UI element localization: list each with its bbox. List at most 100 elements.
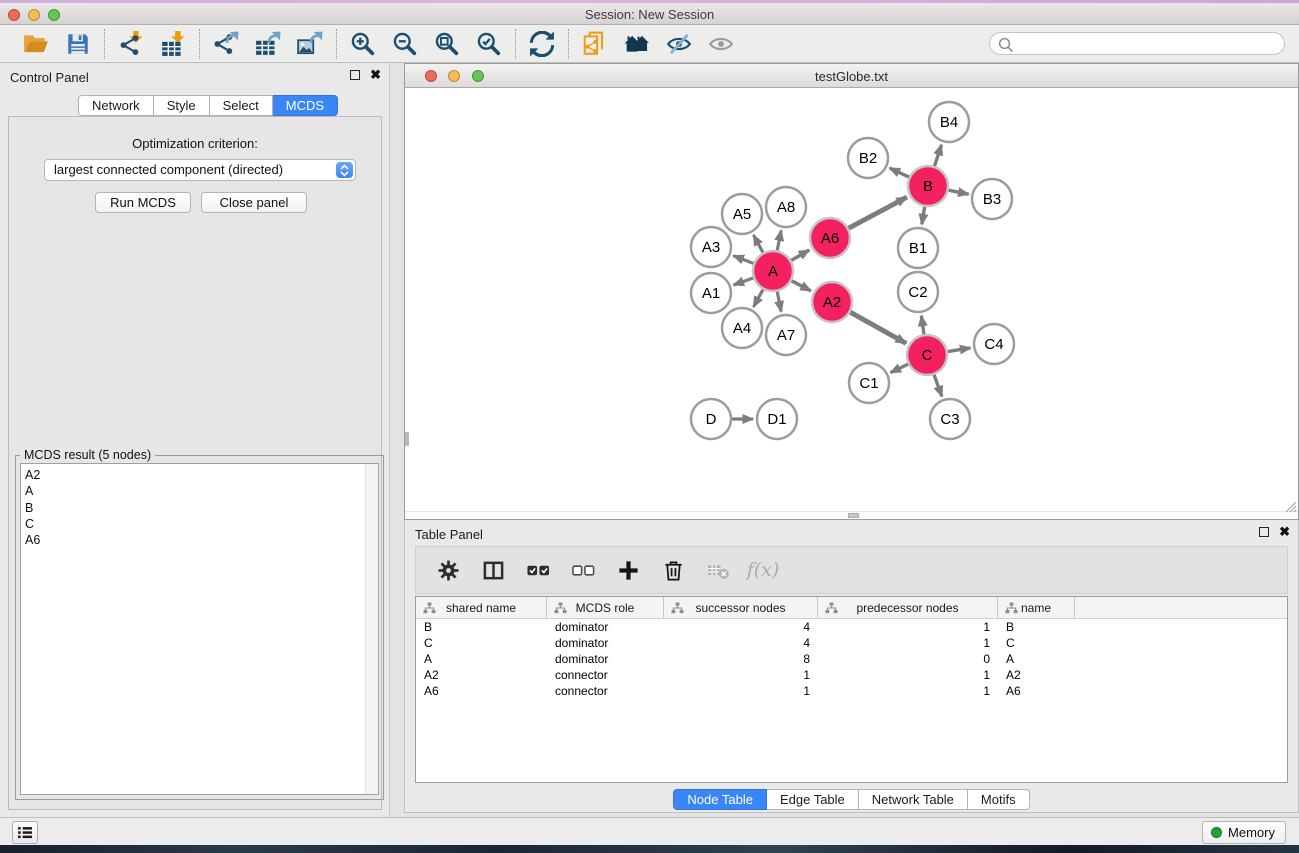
mcds-result-list[interactable]: A2ABCA6 bbox=[20, 463, 379, 795]
mcds-result-item[interactable]: B bbox=[21, 500, 364, 516]
edge-A-A3[interactable] bbox=[733, 256, 753, 264]
close-panel-button[interactable]: Close panel bbox=[201, 192, 307, 213]
mcds-result-item[interactable]: A6 bbox=[21, 532, 364, 548]
edge-A6-B[interactable] bbox=[849, 197, 907, 228]
tab-motifs[interactable]: Motifs bbox=[968, 789, 1030, 810]
node-A2[interactable]: A2 bbox=[812, 282, 852, 322]
node-C1[interactable]: C1 bbox=[849, 363, 889, 403]
canvas-horizontal-scrollbar[interactable] bbox=[405, 511, 1298, 519]
node-C3[interactable]: C3 bbox=[930, 399, 970, 439]
create-column-icon[interactable] bbox=[614, 556, 642, 584]
optimization-criterion-select[interactable]: largest connected component (directed) bbox=[44, 159, 356, 181]
tab-mcds[interactable]: MCDS bbox=[273, 95, 338, 116]
canvas-hscroll-thumb[interactable] bbox=[848, 513, 859, 518]
node-D1[interactable]: D1 bbox=[757, 399, 797, 439]
tab-select[interactable]: Select bbox=[210, 95, 273, 116]
node-B[interactable]: B bbox=[908, 166, 948, 206]
node-B1[interactable]: B1 bbox=[898, 228, 938, 268]
node-C2[interactable]: C2 bbox=[898, 272, 938, 312]
column-header-predecessor-nodes[interactable]: predecessor nodes bbox=[818, 597, 998, 618]
tab-style[interactable]: Style bbox=[154, 95, 210, 116]
zoom-in-icon[interactable] bbox=[349, 30, 377, 58]
edge-A-A2[interactable] bbox=[792, 281, 811, 291]
edge-A-A6[interactable] bbox=[791, 250, 809, 261]
zoom-fit-icon[interactable] bbox=[433, 30, 461, 58]
node-D[interactable]: D bbox=[691, 399, 731, 439]
search-input[interactable] bbox=[989, 32, 1285, 55]
float-panel-icon[interactable] bbox=[350, 70, 360, 80]
edge-B-B1[interactable] bbox=[922, 207, 925, 225]
canvas-vertical-scrollbar[interactable] bbox=[405, 432, 409, 446]
node-C4[interactable]: C4 bbox=[974, 324, 1014, 364]
node-A1[interactable]: A1 bbox=[691, 273, 731, 313]
export-table-icon[interactable] bbox=[254, 30, 282, 58]
edge-A-A1[interactable] bbox=[734, 278, 754, 285]
import-network-icon[interactable] bbox=[117, 30, 145, 58]
node-A8[interactable]: A8 bbox=[766, 187, 806, 227]
tab-node-table[interactable]: Node Table bbox=[673, 789, 767, 810]
network-frame-titlebar[interactable]: testGlobe.txt bbox=[405, 64, 1298, 88]
zoom-selected-icon[interactable] bbox=[475, 30, 503, 58]
node-A6[interactable]: A6 bbox=[810, 218, 850, 258]
edge-C-C3[interactable] bbox=[934, 375, 942, 397]
unselect-all-columns-icon[interactable] bbox=[569, 556, 597, 584]
hide-panels-eye-icon[interactable] bbox=[665, 30, 693, 58]
tab-network[interactable]: Network bbox=[78, 95, 154, 116]
export-network-icon[interactable] bbox=[212, 30, 240, 58]
delete-column-icon[interactable] bbox=[659, 556, 687, 584]
edge-A-A4[interactable] bbox=[754, 289, 764, 307]
show-column-icon[interactable] bbox=[479, 556, 507, 584]
column-header-shared-name[interactable]: shared name bbox=[416, 597, 547, 618]
edge-A2-C[interactable] bbox=[850, 312, 906, 343]
mcds-result-item[interactable]: A2 bbox=[21, 467, 364, 483]
edge-C-C2[interactable] bbox=[921, 316, 924, 334]
node-A4[interactable]: A4 bbox=[722, 308, 762, 348]
table-close-panel-icon[interactable]: ✖ bbox=[1279, 526, 1290, 538]
edge-C-C1[interactable] bbox=[891, 364, 909, 373]
save-session-icon[interactable] bbox=[64, 30, 92, 58]
table-row[interactable]: A6connector11A6 bbox=[416, 683, 1287, 699]
table-row[interactable]: Bdominator41B bbox=[416, 619, 1287, 635]
edge-B-B4[interactable] bbox=[935, 145, 942, 166]
import-table-icon[interactable] bbox=[159, 30, 187, 58]
node-B4[interactable]: B4 bbox=[929, 102, 969, 142]
tab-edge-table[interactable]: Edge Table bbox=[767, 789, 859, 810]
task-history-button[interactable] bbox=[12, 821, 38, 844]
network-graph[interactable]: B4 B2 B B3 A8A5 A6 A3 B1 A C2 A1 A2 A4A7 C4 C C1 C3 D D1 bbox=[405, 89, 1298, 519]
column-header-MCDS-role[interactable]: MCDS role bbox=[547, 597, 664, 618]
edge-A-A5[interactable] bbox=[754, 235, 764, 253]
table-options-gear-icon[interactable] bbox=[434, 556, 462, 584]
node-A7[interactable]: A7 bbox=[766, 315, 806, 355]
close-panel-icon[interactable]: ✖ bbox=[370, 69, 381, 81]
table-row[interactable]: A2connector11A2 bbox=[416, 667, 1287, 683]
node-A5[interactable]: A5 bbox=[722, 194, 762, 234]
memory-button[interactable]: Memory bbox=[1202, 821, 1286, 844]
node-B2[interactable]: B2 bbox=[848, 138, 888, 178]
edge-C-C4[interactable] bbox=[948, 348, 971, 352]
clone-network-icon[interactable] bbox=[581, 30, 609, 58]
tab-network-table[interactable]: Network Table bbox=[859, 789, 968, 810]
run-mcds-button[interactable]: Run MCDS bbox=[95, 192, 191, 213]
node-B3[interactable]: B3 bbox=[972, 179, 1012, 219]
node-table[interactable]: shared nameMCDS rolesuccessor nodesprede… bbox=[415, 596, 1288, 783]
table-row[interactable]: Cdominator41C bbox=[416, 635, 1287, 651]
refresh-icon[interactable] bbox=[528, 30, 556, 58]
open-file-icon[interactable] bbox=[22, 30, 50, 58]
select-all-columns-icon[interactable] bbox=[524, 556, 552, 584]
resize-grip-icon[interactable] bbox=[1284, 500, 1297, 518]
node-C[interactable]: C bbox=[907, 335, 947, 375]
edge-B-B3[interactable] bbox=[949, 190, 969, 194]
network-canvas[interactable]: B4 B2 B B3 A8A5 A6 A3 B1 A C2 A1 A2 A4A7 C4 C C1 C3 D D1 bbox=[405, 89, 1298, 519]
node-A[interactable]: A bbox=[753, 251, 793, 291]
mcds-result-item[interactable]: A bbox=[21, 483, 364, 499]
column-header-successor-nodes[interactable]: successor nodes bbox=[664, 597, 818, 618]
table-row[interactable]: Adominator80A bbox=[416, 651, 1287, 667]
edge-A-A7[interactable] bbox=[777, 292, 781, 312]
result-list-scrollbar[interactable] bbox=[365, 464, 378, 794]
node-A3[interactable]: A3 bbox=[691, 227, 731, 267]
table-float-panel-icon[interactable] bbox=[1259, 527, 1269, 537]
window-titlebar[interactable]: Session: New Session bbox=[0, 3, 1299, 25]
mcds-result-item[interactable]: C bbox=[21, 516, 364, 532]
zoom-out-icon[interactable] bbox=[391, 30, 419, 58]
edge-B-B2[interactable] bbox=[890, 168, 909, 177]
